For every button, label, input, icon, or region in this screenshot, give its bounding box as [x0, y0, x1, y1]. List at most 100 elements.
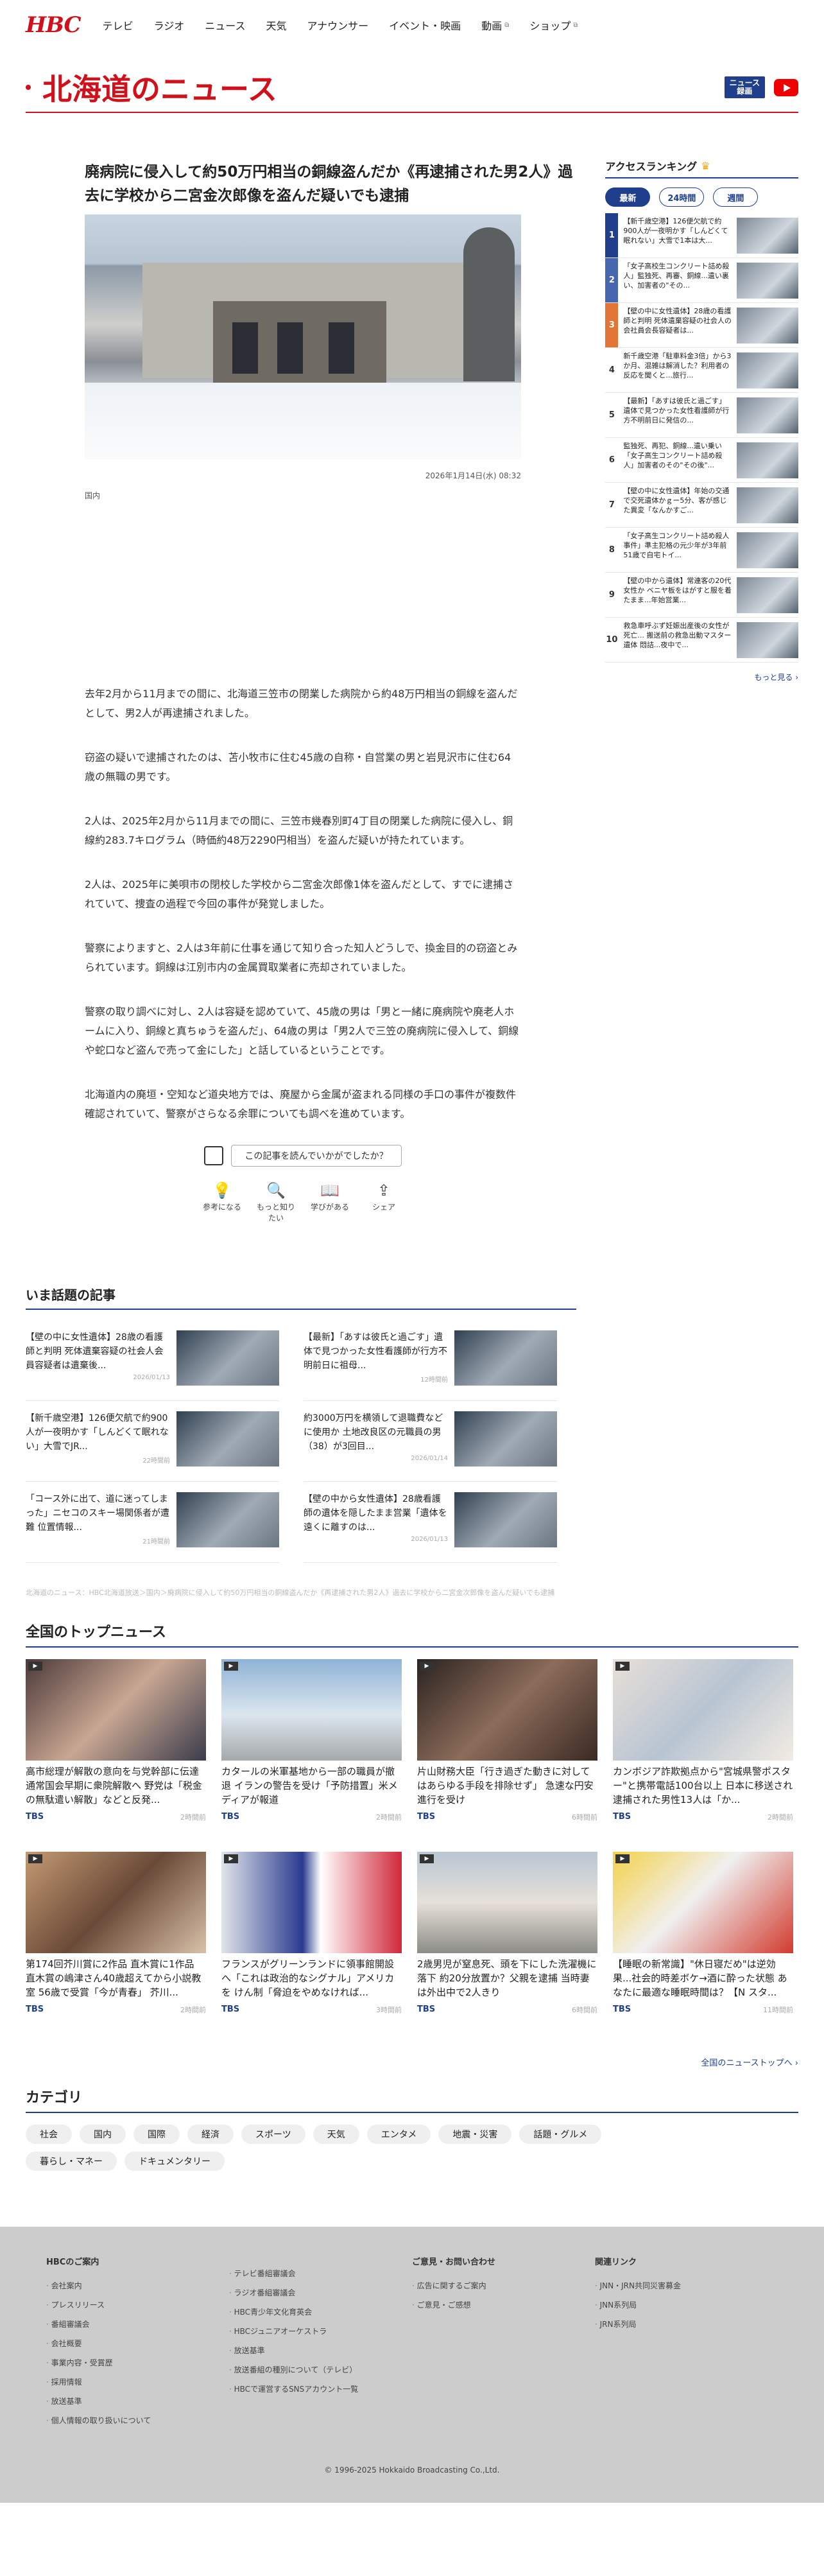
news-thumbnail: ▶: [613, 1852, 793, 1953]
global-nav: テレビ ラジオ ニュース 天気 アナウンサー イベント・映画 動画 ⧉ ショップ ⧉: [103, 17, 599, 33]
footer-link[interactable]: 広告に関するご案内: [412, 2276, 595, 2295]
footer-link[interactable]: 放送基準: [46, 2392, 229, 2411]
video-icon: ▶: [420, 1854, 434, 1863]
youtube-icon[interactable]: [774, 78, 798, 96]
news-dig-button[interactable]: ニュース 録画: [724, 76, 765, 98]
reaction-more-button[interactable]: 🔍 もっと知りたい: [255, 1179, 296, 1223]
nav-announcer[interactable]: アナウンサー: [307, 17, 368, 33]
ranking-item[interactable]: 4 新千歳空港「駐車料金3倍」から3か月、混雑は解消した？利用者の反応を聞くと..…: [605, 348, 798, 393]
ranking-item[interactable]: 5 【最新】「あすは彼氏と過ごす」遺体で見つかった女性看護師が行方不明前日に発信の…: [605, 393, 798, 438]
footer-link[interactable]: ラジオ番組審議会: [229, 2283, 412, 2302]
share-button[interactable]: ⇪ シェア: [363, 1179, 404, 1223]
top-news-item[interactable]: ▶ 片山財務大臣「行き過ぎた動きに対してはあらゆる手段を排除せず」 急速な円安進行…: [417, 1659, 597, 1852]
category-chip[interactable]: エンタメ: [366, 2125, 431, 2144]
category-chip[interactable]: ドキュメンタリー: [124, 2152, 225, 2171]
trending-item[interactable]: 【壁の中から女性遺体】28歳看護師の遺体を隠したまま営業「遺体を遠くに離すのは.…: [304, 1488, 557, 1563]
article-category[interactable]: 国内: [85, 490, 574, 501]
article-paragraph: 警察の取り調べに対し、2人は容疑を認めていて、45歳の男は「男と一緒に廃病院や廃…: [85, 1005, 519, 1056]
nav-news[interactable]: ニュース: [205, 17, 245, 33]
top-news-item[interactable]: ▶ カンボジア詐欺拠点から"宮城県警ポスター"と携帯電話100台以上 日本に移送さ…: [613, 1659, 793, 1852]
footer-link[interactable]: JNN・JRN共同災害募金: [595, 2276, 778, 2295]
category-chip[interactable]: 話題・グルメ: [519, 2125, 602, 2144]
hbc-logo[interactable]: HBC: [26, 12, 82, 38]
category-chip[interactable]: 国内: [80, 2125, 126, 2144]
trending-thumbnail: [454, 1330, 557, 1386]
trending-title: いま話題の記事: [26, 1285, 576, 1310]
trending-item[interactable]: 【新千歳空港】126便欠航で約900人が一夜明かす「しんどくて眠れない」大雪でJ…: [26, 1407, 279, 1482]
footer-link[interactable]: JNN系列局: [595, 2295, 778, 2315]
category-chip[interactable]: 地震・災害: [438, 2125, 512, 2144]
footer-link[interactable]: HBCで運営するSNSアカウント一覧: [229, 2380, 412, 2399]
footer-column: テレビ番組審議会 ラジオ番組審議会 HBC青少年文化育英会 HBCジュニアオーケ…: [229, 2255, 412, 2430]
video-icon: ▶: [224, 1854, 238, 1863]
footer-link[interactable]: ご意見・ご感想: [412, 2295, 595, 2315]
footer-link[interactable]: 個人情報の取り扱いについて: [46, 2411, 229, 2430]
news-thumbnail: ▶: [417, 1659, 597, 1761]
footer-link[interactable]: テレビ番組審議会: [229, 2264, 412, 2283]
article-date: 2026年1月14日(水) 08:32: [425, 471, 521, 480]
top-news-item[interactable]: ▶ 第174回芥川賞に2作品 直木賞に1作品 直木賞の嶋津さん40歳超えてから小説…: [26, 1852, 206, 2044]
article-paragraph: 窃盗の疑いで逮捕されたのは、苫小牧市に住む45歳の自称・自営業の男と岩見沢市に住…: [85, 751, 511, 783]
tab-weekly[interactable]: 週間: [713, 187, 759, 207]
footer-column: ご意見・お問い合わせ 広告に関するご案内 ご意見・ご感想: [412, 2255, 595, 2430]
video-icon: ▶: [28, 1854, 42, 1863]
nav-shop[interactable]: ショップ ⧉: [529, 17, 578, 33]
nav-weather[interactable]: 天気: [266, 17, 286, 33]
category-chip[interactable]: 経済: [187, 2125, 234, 2144]
nav-radio[interactable]: ラジオ: [154, 17, 185, 33]
all-news-link[interactable]: 全国のニューストップへ ›: [26, 2056, 798, 2068]
category-section: カテゴリ 社会 国内 国際 経済 スポーツ 天気 エンタメ 地震・災害 話題・グ…: [26, 2086, 798, 2171]
top-news-item[interactable]: ▶ 2歳男児が窒息死、頭を下にした洗濯機に落下 約20分放置か？父親を逮捕 当時妻…: [417, 1852, 597, 2044]
reaction-useful-button[interactable]: 💡 参考になる: [202, 1179, 243, 1223]
nav-video[interactable]: 動画 ⧉: [481, 17, 509, 33]
article: 廃病院に侵入して約50万円相当の銅線盗んだか《再逮捕された男2人》過去に学校から…: [85, 161, 574, 1223]
ranking-item[interactable]: 8 「女子高生コンクリート詰め殺人事件」準主犯格の元少年が3年前51歳で自宅トイ.…: [605, 528, 798, 573]
footer-link[interactable]: 会社概要: [46, 2334, 229, 2353]
footer-link[interactable]: 放送基準: [229, 2341, 412, 2360]
tab-24h[interactable]: 24時間: [659, 187, 705, 207]
book-icon: 📖: [320, 1181, 339, 1199]
footer-link[interactable]: 採用情報: [46, 2372, 229, 2392]
footer-link[interactable]: JRN系列局: [595, 2315, 778, 2334]
footer-link[interactable]: プレスリリース: [46, 2295, 229, 2315]
ranking-thumbnail: [737, 532, 798, 568]
top-news-item[interactable]: ▶ 高市総理が解散の意向を与党幹部に伝達 通常国会早期に衆院解散へ 野党は「税金の…: [26, 1659, 206, 1852]
trending-item[interactable]: 【最新】「あすは彼氏と過ごす」遺体で見つかった女性看護師が行方不明前日に祖母..…: [304, 1327, 557, 1401]
trending-thumbnail: [176, 1330, 279, 1386]
ranking-more-link[interactable]: もっと見る ›: [605, 672, 798, 683]
ranking-item[interactable]: 10 救急車呼ぶず妊娠出産後の女性が死亡... 搬送前の救急出動マスター遺体 悶詰…: [605, 618, 798, 663]
footer-link[interactable]: 放送番組の種別について（テレビ）: [229, 2360, 412, 2380]
ranking-item[interactable]: 6 監独死、再犯、銅線...遺い乗い「女子高生コンクリート詰め殺人」加害者のその"…: [605, 438, 798, 483]
ranking-item[interactable]: 2 「女子高校生コンクリート詰め殺人」監独死、再審、銅線...遺い裏い、加害者の"…: [605, 258, 798, 303]
category-chip[interactable]: 社会: [26, 2125, 72, 2144]
ranking-item[interactable]: 3 【壁の中に女性遺体】28歳の看護師と判明 死体遺棄容疑の社会人の会社員会長容疑…: [605, 303, 798, 348]
trending-item[interactable]: 【壁の中に女性遺体】28歳の看護師と判明 死体遺棄容疑の社会人会員容疑者は遺棄後…: [26, 1327, 279, 1401]
article-headline: 廃病院に侵入して約50万円相当の銅線盗んだか《再逮捕された男2人》過去に学校から…: [85, 164, 573, 204]
footer-link[interactable]: 番組審議会: [46, 2315, 229, 2334]
reaction-learn-button[interactable]: 📖 学びがある: [309, 1179, 350, 1223]
category-chip[interactable]: 暮らし・マネー: [26, 2152, 117, 2171]
footer-link[interactable]: HBC青少年文化育英会: [229, 2302, 412, 2322]
article-paragraph: 2人は、2025年2月から11月までの間に、三笠市幾春別町4丁目の閉業した病院に…: [85, 815, 513, 846]
category-chip[interactable]: 天気: [313, 2125, 359, 2144]
footer-link[interactable]: 会社案内: [46, 2276, 229, 2295]
ranking-item[interactable]: 7 【壁の中に女性遺体】年始の交通で交死遺体かｇー5分、客が感じた異変「なんかすご…: [605, 483, 798, 528]
tab-latest[interactable]: 最新: [605, 187, 651, 207]
top-news-section: 全国のトップニュース ▶ 高市総理が解散の意向を与党幹部に伝達 通常国会早期に衆院…: [26, 1621, 798, 2044]
top-news-item[interactable]: ▶ フランスがグリーンランドに領事館開設へ「これは政治的なシグナル」アメリカを け…: [221, 1852, 402, 2044]
category-chip[interactable]: スポーツ: [241, 2125, 305, 2144]
trending-item[interactable]: 約3000万円を横領して退職費などに使用か 土地改良区の元職員の男（38）が3回…: [304, 1407, 557, 1482]
top-news-item[interactable]: ▶ カタールの米軍基地から一部の職員が撤退 イランの警告を受け「予防措置」米メディ…: [221, 1659, 402, 1852]
ranking-item[interactable]: 9 【壁の中から遺体】常連客の20代女性か ベニヤ板をはがすと服を着たまま...年…: [605, 573, 798, 618]
nav-events[interactable]: イベント・映画: [389, 17, 461, 33]
title-dot: [26, 85, 31, 90]
footer-link[interactable]: HBCジュニアオーケストラ: [229, 2322, 412, 2341]
footer-link[interactable]: 事業内容・受賞歴: [46, 2353, 229, 2372]
article-paragraph: 去年2月から11月までの間に、北海道三笠市の閉業した病院から約48万円相当の銅線…: [85, 688, 518, 719]
nav-tv[interactable]: テレビ: [103, 17, 133, 33]
trending-item[interactable]: 「コース外に出て、道に迷ってしまった」ニセコのスキー場関係者が遭難 位置情報..…: [26, 1488, 279, 1563]
trending-thumbnail: [454, 1411, 557, 1466]
ranking-item[interactable]: 1 【新千歳空港】126便欠航で約900人が一夜明かす「しんどくて眠れない」大雪で…: [605, 213, 798, 258]
category-chip[interactable]: 国際: [133, 2125, 180, 2144]
top-news-item[interactable]: ▶ 【睡眠の新常識】"休日寝だめ"は逆効果...社会的時差ボケ→酒に酔った状態 あ…: [613, 1852, 793, 2044]
